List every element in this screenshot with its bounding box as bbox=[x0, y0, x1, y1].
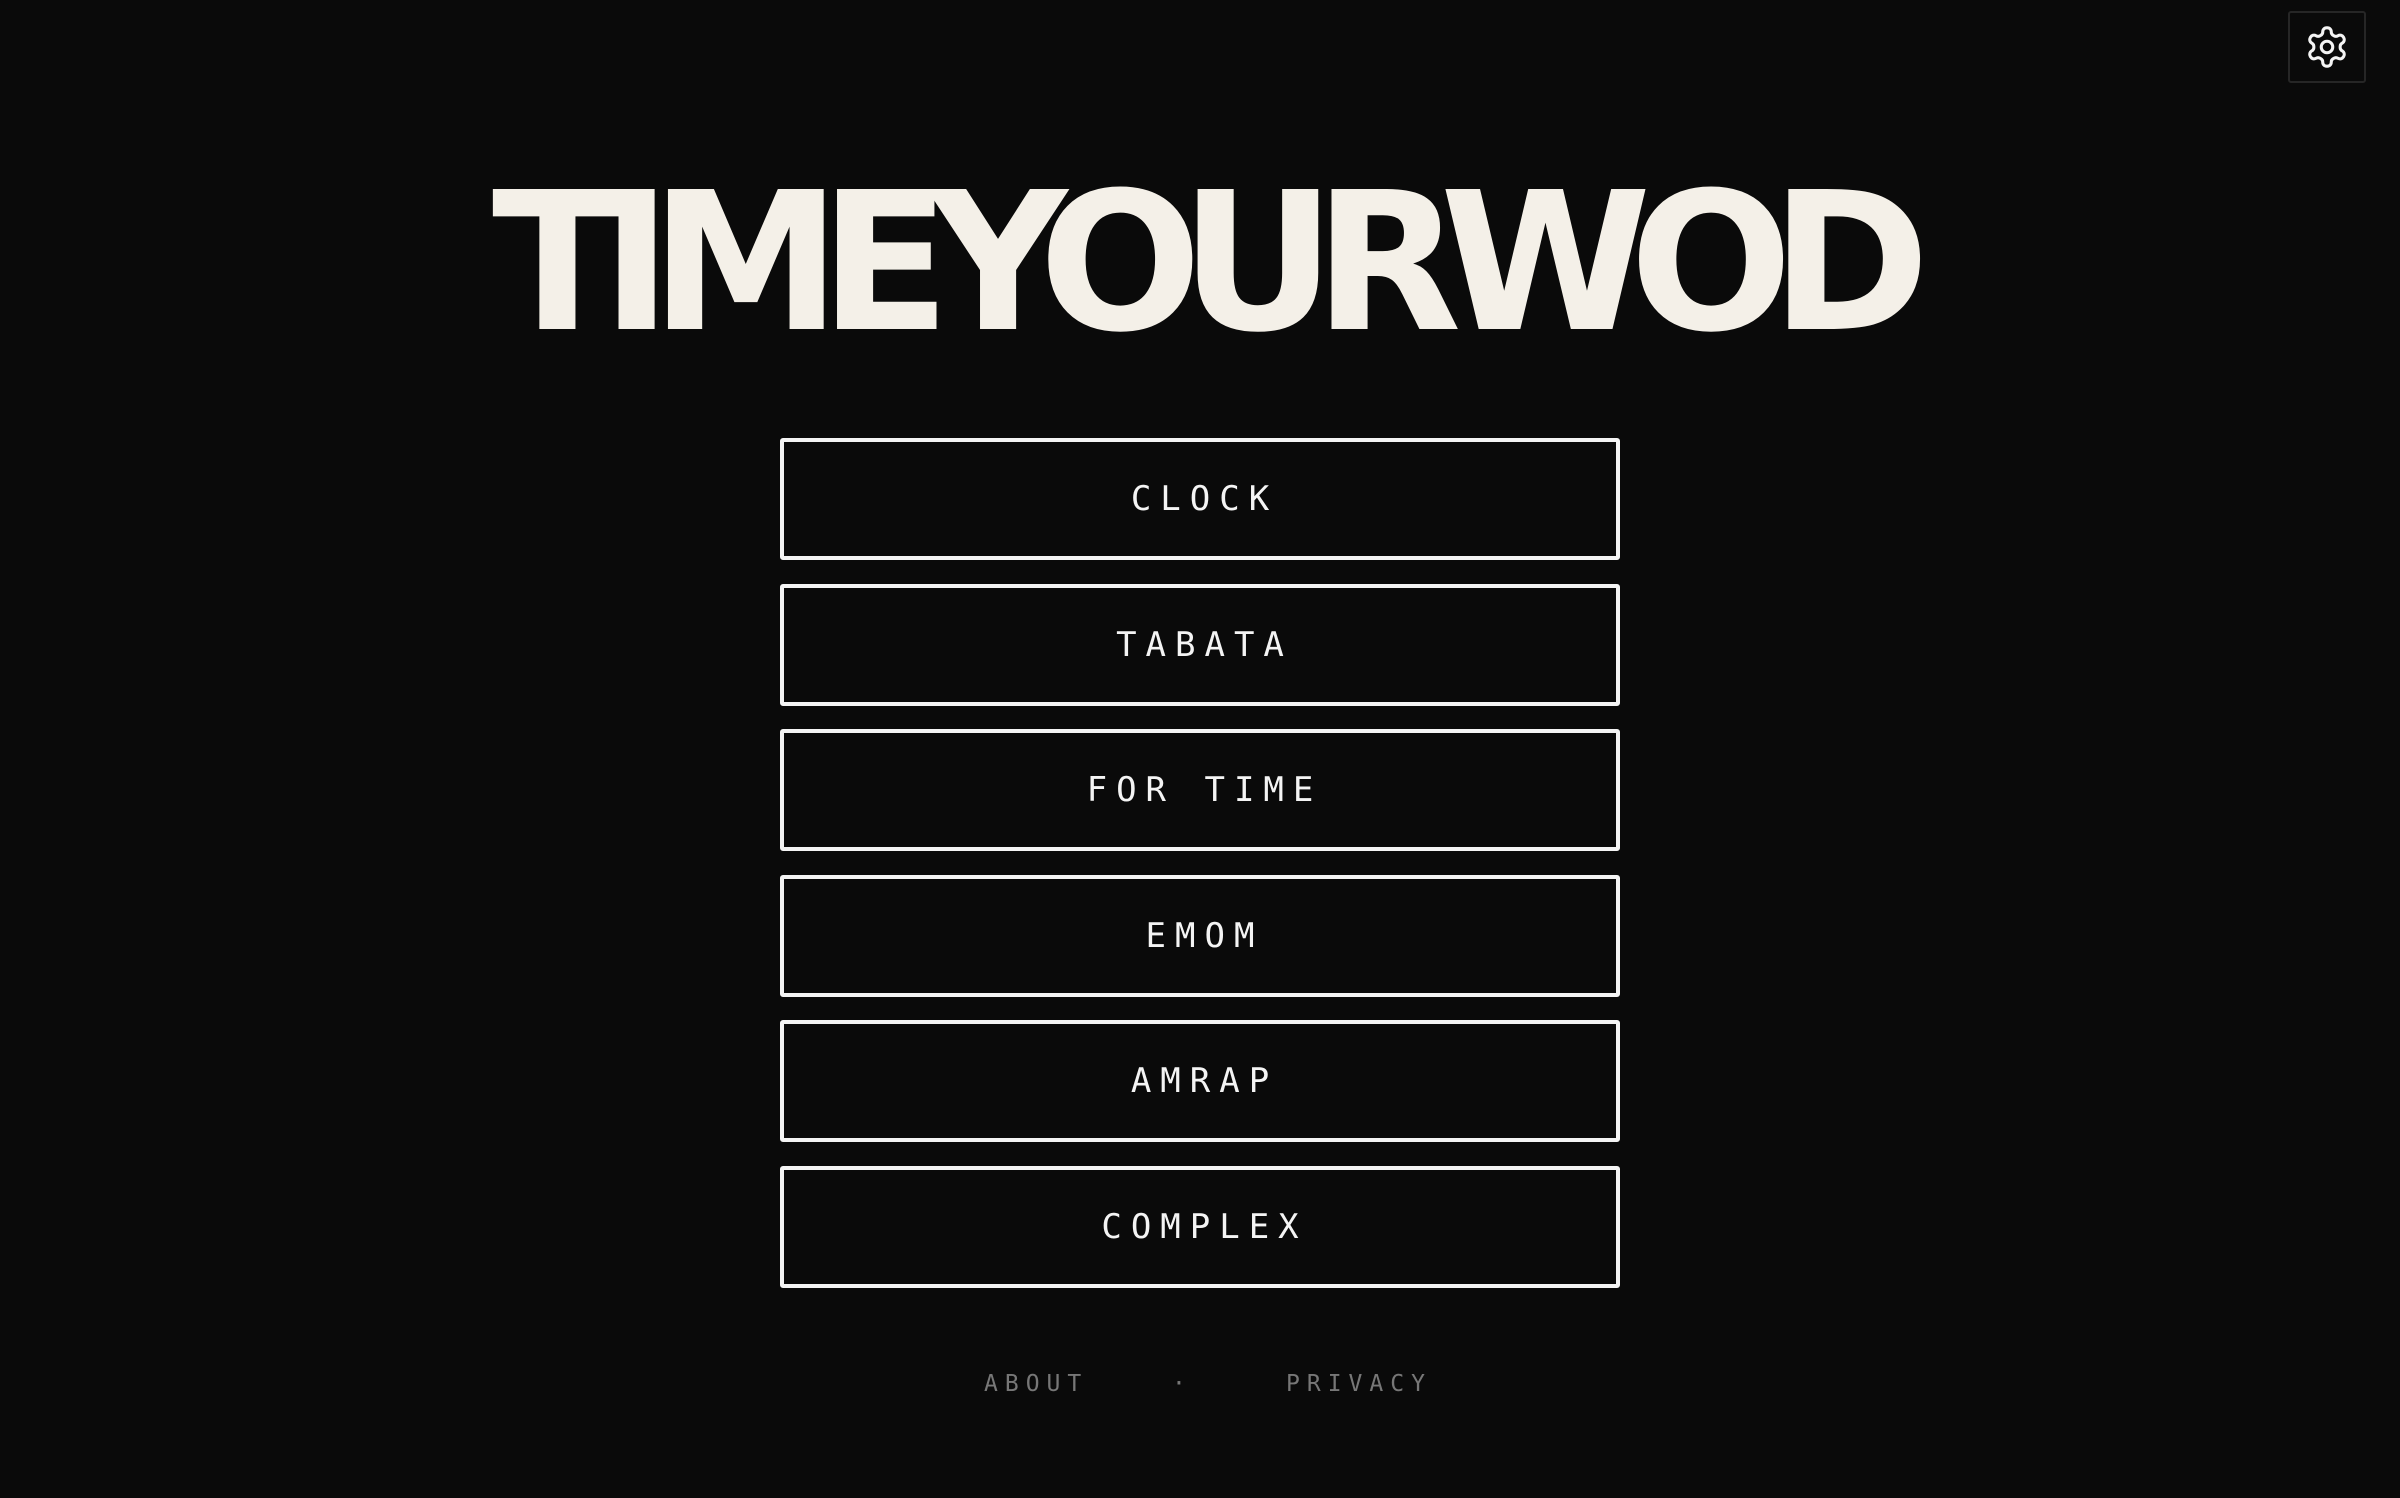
for-time-button[interactable]: FOR TIME bbox=[780, 729, 1620, 851]
complex-button[interactable]: COMPLEX bbox=[780, 1165, 1620, 1288]
amrap-button[interactable]: AMRAP bbox=[780, 1020, 1620, 1142]
timer-mode-menu: CLOCK TABATA FOR TIME EMOM AMRAP COMPLEX bbox=[780, 438, 1620, 1311]
gear-icon bbox=[2304, 24, 2350, 70]
footer-separator: · bbox=[1172, 1371, 1193, 1397]
about-link[interactable]: ABOUT bbox=[984, 1364, 1088, 1404]
footer: ABOUT · PRIVACY bbox=[0, 1364, 2400, 1404]
emom-button[interactable]: EMOM bbox=[780, 874, 1620, 997]
clock-button[interactable]: CLOCK bbox=[780, 438, 1620, 560]
privacy-link[interactable]: PRIVACY bbox=[1286, 1364, 1432, 1404]
tabata-button[interactable]: TABATA bbox=[780, 583, 1620, 706]
settings-button[interactable] bbox=[2288, 11, 2366, 83]
app-title: TIMEYOURWOD bbox=[491, 152, 1930, 375]
